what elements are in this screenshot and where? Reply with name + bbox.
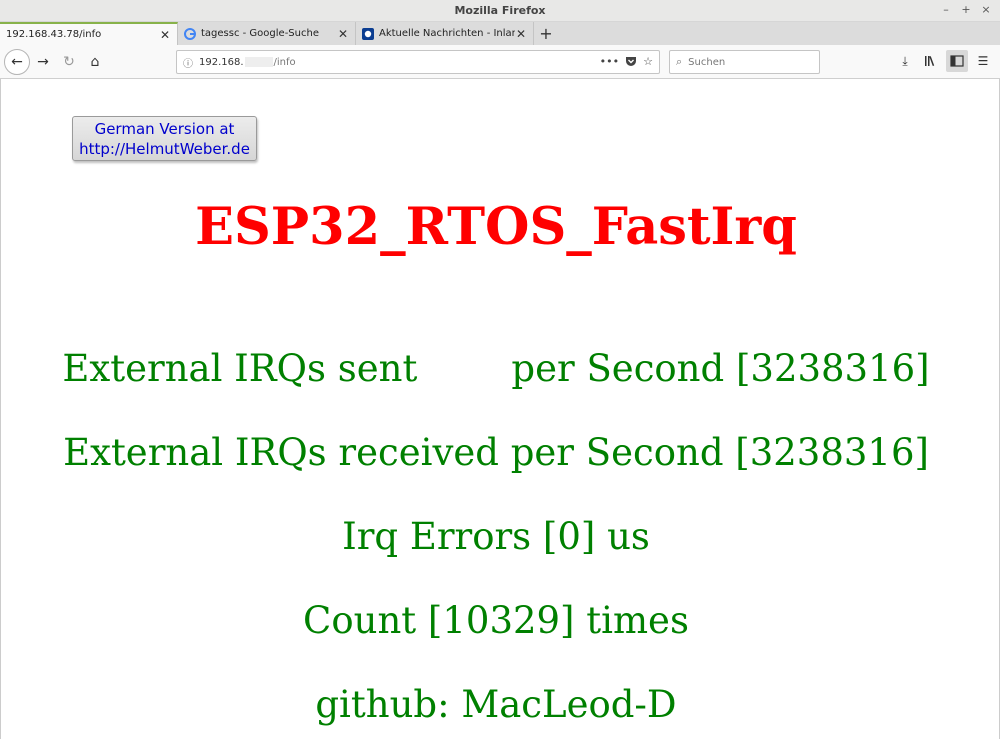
search-placeholder: Suchen [688, 56, 726, 68]
github-text: github: MacLeod-D [315, 683, 677, 726]
tab-strip: 192.168.43.78/info ✕ tagessc - Google-Su… [0, 22, 1000, 45]
tab-label: tagessc - Google-Suche [201, 28, 319, 39]
menu-icon[interactable]: ☰ [972, 50, 994, 72]
irq-errors-text: Irq Errors [0] us [342, 515, 650, 558]
window-titlebar: Mozilla Firefox – + × [0, 0, 1000, 22]
search-icon: ⌕ [676, 55, 683, 68]
tab-google-search[interactable]: tagessc - Google-Suche ✕ [178, 22, 356, 45]
tab-close-icon[interactable]: ✕ [515, 27, 527, 41]
info-icon[interactable]: ⓘ [177, 55, 199, 70]
page-title: ESP32_RTOS_FastIrq [195, 197, 797, 257]
reload-icon[interactable]: ↻ [56, 49, 82, 75]
forward-icon[interactable]: → [30, 49, 56, 75]
search-input[interactable]: ⌕ Suchen [669, 50, 820, 74]
bookmark-star-icon[interactable]: ☆ [643, 55, 653, 70]
tab-label: Aktuelle Nachrichten - Inland [379, 28, 515, 39]
maximize-button[interactable]: + [958, 2, 974, 18]
url-path: /info [273, 56, 296, 68]
page-content: German Version at http://HelmutWeber.de … [0, 79, 1000, 739]
window-title: Mozilla Firefox [454, 4, 546, 17]
url-bar[interactable]: ⓘ 192.168. /info ••• ☆ [176, 50, 660, 74]
german-version-button[interactable]: German Version at http://HelmutWeber.de [72, 116, 257, 161]
url-redacted [244, 57, 273, 67]
url-host: 192.168. [199, 56, 244, 68]
pocket-icon[interactable] [625, 55, 637, 70]
google-icon [184, 27, 196, 40]
tab-info[interactable]: 192.168.43.78/info ✕ [0, 22, 178, 45]
toolbar-buttons: ⤓ ☰ [894, 50, 994, 72]
download-icon[interactable]: ⤓ [894, 50, 916, 72]
irqs-sent-text: External IRQs sent per Second [3238316] [62, 347, 930, 390]
library-icon[interactable] [920, 50, 942, 72]
german-button-line1: German Version at [94, 119, 235, 138]
tab-close-icon[interactable]: ✕ [159, 28, 171, 42]
home-icon[interactable]: ⌂ [82, 49, 108, 75]
count-text: Count [10329] times [303, 599, 689, 642]
german-button-line2: http://HelmutWeber.de [79, 139, 250, 158]
close-window-button[interactable]: × [978, 2, 994, 18]
news-icon [362, 27, 374, 40]
more-icon[interactable]: ••• [600, 55, 619, 70]
navigation-toolbar: ← → ↻ ⌂ ⓘ 192.168. /info ••• ☆ ⌕ Suchen … [0, 45, 1000, 79]
window-controls: – + × [938, 2, 994, 18]
tab-label: 192.168.43.78/info [6, 29, 102, 40]
sidebar-icon[interactable] [946, 50, 968, 72]
tab-close-icon[interactable]: ✕ [337, 27, 349, 41]
tab-news[interactable]: Aktuelle Nachrichten - Inland ✕ [356, 22, 534, 45]
back-icon[interactable]: ← [4, 48, 30, 75]
new-tab-button[interactable]: + [534, 22, 558, 45]
minimize-button[interactable]: – [938, 2, 954, 18]
irqs-received-text: External IRQs received per Second [32383… [63, 431, 929, 474]
